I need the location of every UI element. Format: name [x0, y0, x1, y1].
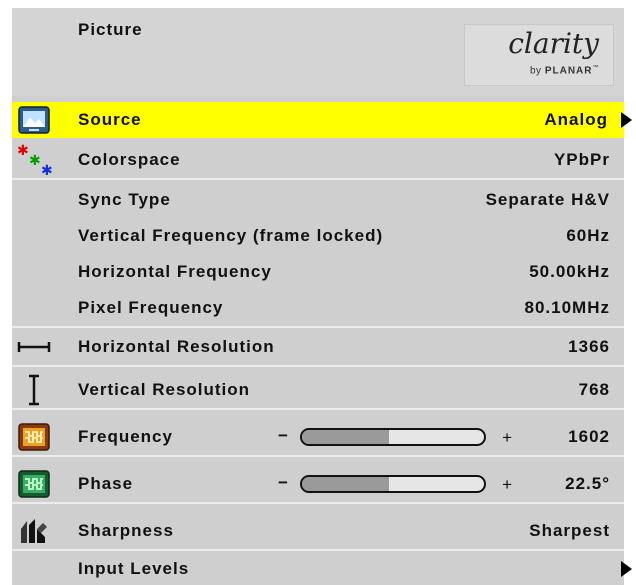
row-separator	[12, 326, 624, 328]
logo-sub-brand: PLANAR	[544, 65, 593, 77]
menu-row-vertical-resolution: Vertical Resolution 768	[12, 372, 624, 410]
menu-header: Picture clarity by PLANAR™	[12, 8, 624, 96]
row-label: Colorspace	[78, 150, 181, 169]
menu-row-pixel-frequency: Pixel Frequency 80.10MHz	[12, 290, 624, 328]
svg-text:✱: ✱	[41, 163, 53, 176]
sharpness-icon	[18, 517, 50, 545]
logo-sub-prefix: by	[529, 65, 545, 77]
monitor-icon	[18, 106, 50, 134]
row-value: 768	[578, 380, 610, 399]
row-label: Source	[78, 110, 142, 129]
submenu-arrow-icon	[621, 561, 632, 577]
menu-row-horizontal-frequency: Horizontal Frequency 50.00kHz	[12, 254, 624, 292]
row-label: Input Levels	[78, 559, 190, 578]
menu-row-frequency[interactable]: Frequency − + 1602	[12, 419, 624, 457]
row-separator	[12, 455, 624, 457]
menu-row-colorspace[interactable]: ✱ ✱ ✱ Colorspace YPbPr	[12, 142, 624, 180]
osd-menu: Picture clarity by PLANAR™ Source Analog…	[12, 8, 632, 585]
row-separator	[12, 178, 624, 180]
row-label: Frequency	[78, 427, 173, 446]
row-value: YPbPr	[553, 150, 610, 169]
menu-row-input-levels[interactable]: Input Levels	[12, 553, 632, 585]
menu-row-source[interactable]: Source Analog	[12, 102, 632, 138]
color-dots-icon: ✱ ✱ ✱	[17, 143, 53, 179]
row-label: Sharpness	[78, 521, 174, 540]
clarity-logo: clarity by PLANAR™	[464, 24, 614, 86]
menu-row-phase[interactable]: Phase − + 22.5°	[12, 466, 624, 504]
row-separator	[12, 549, 624, 551]
vertical-resolution-icon	[18, 374, 50, 406]
logo-tm: ™	[592, 65, 599, 71]
horizontal-resolution-icon	[17, 333, 51, 361]
menu-row-horizontal-resolution: Horizontal Resolution 1366	[12, 329, 624, 367]
row-value: 22.5°	[565, 474, 610, 493]
slider-plus[interactable]: +	[502, 475, 512, 495]
row-label: Phase	[78, 474, 134, 493]
logo-subtitle: by PLANAR™	[530, 65, 599, 76]
row-value: 1366	[568, 337, 610, 356]
frequency-slider[interactable]: − +	[278, 424, 512, 450]
row-separator	[12, 365, 624, 367]
row-label: Horizontal Frequency	[78, 262, 272, 281]
submenu-arrow-icon	[621, 112, 632, 128]
row-value: Separate H&V	[485, 190, 610, 209]
phase-icon	[18, 470, 50, 498]
svg-text:✱: ✱	[17, 144, 29, 159]
row-value: 50.00kHz	[529, 262, 610, 281]
frequency-icon	[18, 423, 50, 451]
row-value: 60Hz	[566, 226, 610, 245]
row-value: Sharpest	[529, 521, 610, 540]
row-label: Pixel Frequency	[78, 298, 224, 317]
slider-track[interactable]	[300, 428, 486, 446]
row-label: Vertical Frequency (frame locked)	[78, 226, 384, 245]
logo-wordmark: clarity	[508, 27, 599, 60]
slider-fill	[302, 477, 390, 491]
menu-row-sharpness[interactable]: Sharpness Sharpest	[12, 513, 624, 551]
slider-minus[interactable]: −	[278, 426, 288, 446]
row-value: 1602	[568, 427, 610, 446]
slider-plus[interactable]: +	[502, 428, 512, 448]
svg-text:✱: ✱	[29, 153, 41, 169]
row-label: Sync Type	[78, 190, 171, 209]
row-separator	[12, 408, 624, 410]
row-label: Horizontal Resolution	[78, 337, 275, 356]
slider-track[interactable]	[300, 475, 486, 493]
row-value: Analog	[544, 110, 608, 129]
phase-slider[interactable]: − +	[278, 471, 512, 497]
menu-row-sync-type[interactable]: Sync Type Separate H&V	[12, 182, 624, 220]
slider-fill	[302, 430, 390, 444]
row-value: 80.10MHz	[524, 298, 610, 317]
menu-row-vertical-frequency: Vertical Frequency (frame locked) 60Hz	[12, 218, 624, 256]
menu-title: Picture	[78, 20, 143, 39]
row-label: Vertical Resolution	[78, 380, 251, 399]
row-separator	[12, 502, 624, 504]
slider-minus[interactable]: −	[278, 473, 288, 493]
